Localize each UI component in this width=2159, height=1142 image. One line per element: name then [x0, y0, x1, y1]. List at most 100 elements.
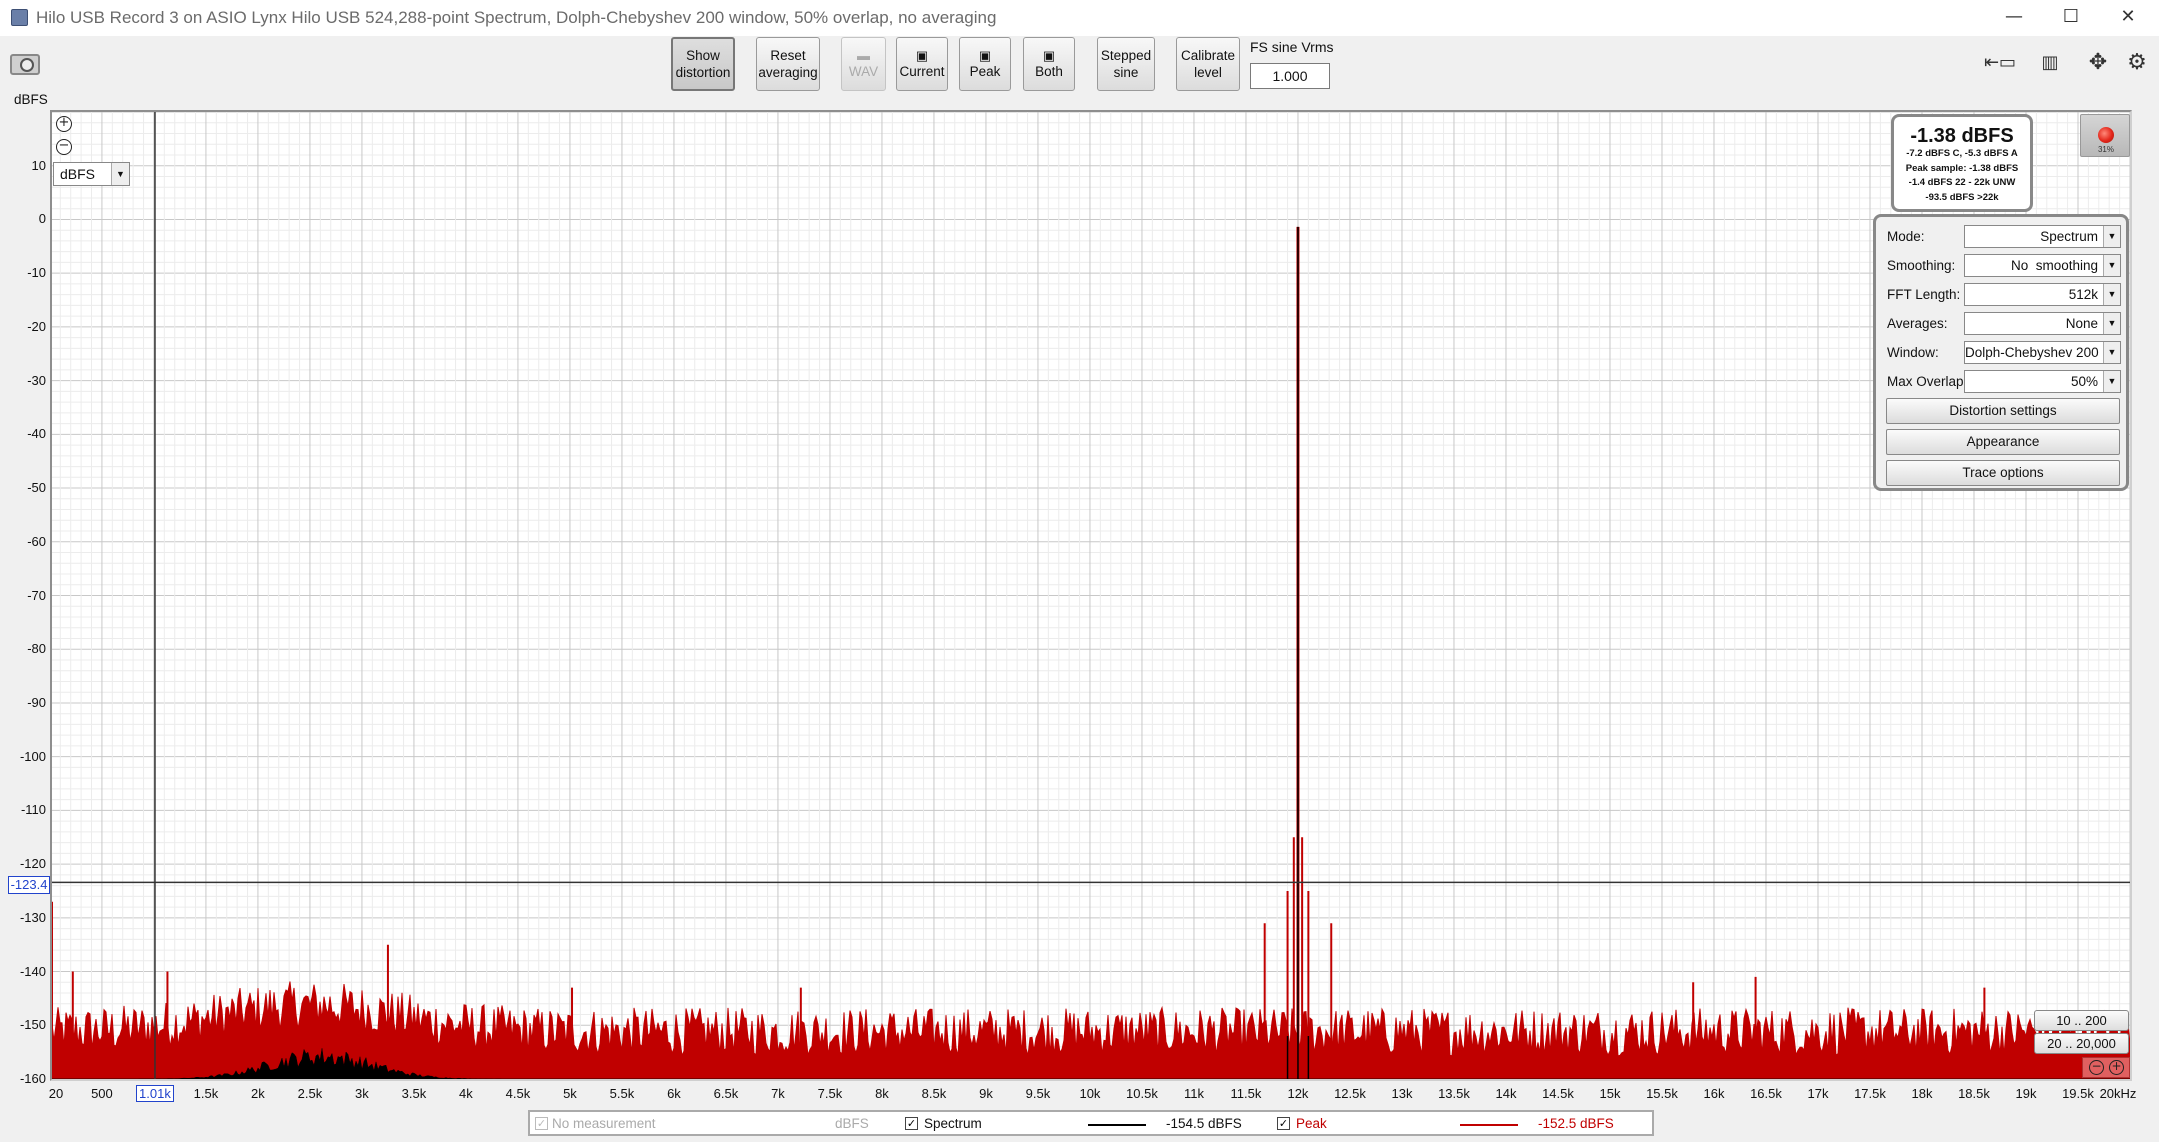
mode-label: Mode:: [1887, 229, 1925, 244]
x-tick-label: 6k: [667, 1086, 681, 1101]
x-tick-label: 20: [48, 1086, 64, 1101]
x-tick-label: 12.5k: [1334, 1086, 1366, 1101]
wav-save-button[interactable]: ▬ WAV: [841, 37, 886, 91]
y-tick-label: 0: [38, 211, 46, 227]
spectrum-plot[interactable]: [52, 112, 2130, 1079]
show-distortion-line1: Show: [686, 48, 720, 63]
x-tick-label: 10k: [1079, 1086, 1101, 1101]
save-icon: ▣: [1042, 47, 1056, 63]
level-readout: -1.38 dBFS -7.2 dBFS C, -5.3 dBFS A Peak…: [1891, 114, 2033, 212]
x-tick-label: 13k: [1391, 1086, 1413, 1101]
x-tick-label: 14k: [1495, 1086, 1517, 1101]
smoothing-select[interactable]: No smoothing ▼: [1964, 254, 2121, 277]
record-percent: 31%: [2097, 145, 2114, 154]
save-both-button[interactable]: ▣ Both: [1023, 37, 1075, 91]
peak-line-swatch: [1460, 1124, 1518, 1126]
save-icon: ▣: [978, 47, 992, 63]
unit-selector[interactable]: dBFS ▼: [53, 162, 130, 186]
y-tick-label: -30: [27, 372, 46, 388]
zoom-in-icon[interactable]: +: [2109, 1060, 2124, 1075]
camera-icon[interactable]: [10, 54, 40, 75]
max-overlap-select[interactable]: 50% ▼: [1964, 370, 2121, 393]
y-tick-label: -20: [27, 318, 46, 334]
x-tick-label: 14.5k: [1542, 1086, 1574, 1101]
folder-icon: ▬: [857, 47, 870, 63]
maximize-icon[interactable]: ☐: [2060, 6, 2082, 28]
spectrum-checkbox[interactable]: ✓: [905, 1117, 918, 1130]
x-tick-label: 6.5k: [713, 1086, 739, 1101]
unit-selector-value: dBFS: [60, 166, 96, 182]
y-tick-label: -140: [19, 963, 46, 979]
x-tick-label: 7k: [771, 1086, 785, 1101]
fft-length-value: 512k: [2068, 287, 2098, 302]
mode-select[interactable]: Spectrum ▼: [1964, 225, 2121, 248]
fft-length-label: FFT Length:: [1887, 287, 1961, 302]
y-tick-label: -80: [27, 641, 46, 657]
fs-sine-label: FS sine Vrms: [1250, 39, 1334, 55]
columns-icon[interactable]: ▥: [2032, 50, 2068, 76]
zoom-out-icon[interactable]: −: [2089, 1060, 2104, 1075]
record-button[interactable]: 31%: [2080, 114, 2130, 157]
x-tick-label: 12k: [1287, 1086, 1309, 1101]
x-tick-label: 9.5k: [1025, 1086, 1051, 1101]
x-tick-label: 4.5k: [505, 1086, 531, 1101]
smoothing-label: Smoothing:: [1887, 258, 1956, 273]
save-current-button[interactable]: ▣ Current: [896, 37, 948, 91]
y-tick-label: -60: [27, 533, 46, 549]
move-arrows-icon[interactable]: ✥: [2078, 50, 2118, 76]
both-label: Both: [1035, 63, 1063, 79]
zoom-in-icon[interactable]: +: [56, 116, 72, 132]
averages-value: None: [2065, 316, 2098, 331]
averages-label: Averages:: [1887, 316, 1948, 331]
peak-checkbox[interactable]: ✓: [1277, 1117, 1290, 1130]
peak-label: Peak: [969, 63, 1001, 79]
show-distortion-button[interactable]: Show distortion: [671, 37, 735, 91]
trace-options-button[interactable]: Trace options: [1886, 460, 2120, 486]
x-tick-label: 10.5k: [1126, 1086, 1158, 1101]
x-cursor-readout: 1.01k: [135, 1085, 174, 1102]
minimize-icon[interactable]: —: [2003, 6, 2025, 28]
title-bar: Hilo USB Record 3 on ASIO Lynx Hilo USB …: [0, 0, 2159, 36]
x-tick-label: 16k: [1703, 1086, 1725, 1101]
zoom-out-icon[interactable]: −: [56, 139, 72, 155]
y-tick-label: -90: [27, 694, 46, 710]
stepped-sine-button[interactable]: Stepped sine: [1097, 37, 1155, 91]
chevron-down-icon: ▼: [2103, 226, 2120, 247]
range-10-200-button[interactable]: 10 .. 200: [2034, 1010, 2129, 1031]
range-20-20000-button[interactable]: 20 .. 20,000: [2034, 1033, 2129, 1054]
x-tick-label: 11k: [1183, 1086, 1204, 1101]
save-icon: ▣: [915, 47, 929, 63]
fft-length-select[interactable]: 512k ▼: [1964, 283, 2121, 306]
save-peak-button[interactable]: ▣ Peak: [959, 37, 1011, 91]
legend-bar: ✓ No measurement dBFS ✓ Spectrum -154.5 …: [528, 1110, 1654, 1136]
close-icon[interactable]: ✕: [2117, 6, 2139, 28]
chevron-down-icon: ▼: [2103, 342, 2120, 363]
readout-line: Peak sample: -1.38 dBFS: [1905, 162, 2019, 174]
no-measurement-checkbox[interactable]: ✓: [535, 1117, 548, 1130]
x-tick-label: 5.5k: [609, 1086, 635, 1101]
distortion-settings-button[interactable]: Distortion settings: [1886, 398, 2120, 424]
fs-sine-input[interactable]: 1.000: [1250, 63, 1330, 89]
y-tick-label: -100: [19, 748, 46, 764]
averages-select[interactable]: None ▼: [1964, 312, 2121, 335]
x-tick-label: 11.5k: [1230, 1086, 1262, 1101]
x-tick-label: 3k: [355, 1086, 369, 1101]
wav-label: WAV: [848, 63, 879, 79]
spectrum-value: -154.5 dBFS: [1166, 1116, 1242, 1131]
max-overlap-label: Max Overlap:: [1887, 374, 1968, 389]
reset-averaging-button[interactable]: Reset averaging: [756, 37, 820, 91]
peak-value: -152.5 dBFS: [1538, 1116, 1614, 1131]
gear-icon[interactable]: ⚙: [2124, 50, 2150, 76]
readout-line: -1.4 dBFS 22 - 22k UNW: [1908, 177, 2016, 188]
zoom-fit-icon[interactable]: ⇤▭: [1980, 50, 2020, 76]
no-measurement-unit: dBFS: [835, 1116, 869, 1131]
x-tick-label: 2.5k: [297, 1086, 323, 1101]
appearance-button[interactable]: Appearance: [1886, 429, 2120, 455]
mode-value: Spectrum: [2040, 229, 2098, 244]
window-label: Window:: [1887, 345, 1939, 360]
x-tick-label: 7.5k: [817, 1086, 843, 1101]
window-select[interactable]: Dolph-Chebyshev 200 ▼: [1964, 341, 2121, 364]
record-icon: [2098, 127, 2114, 143]
calibrate-level-button[interactable]: Calibrate level: [1176, 37, 1240, 91]
smoothing-value: No smoothing: [2010, 258, 2098, 273]
